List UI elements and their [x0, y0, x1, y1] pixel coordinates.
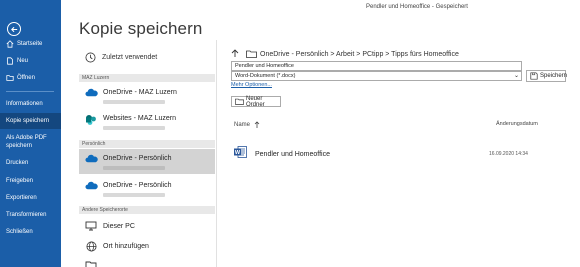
location-group-header: Andere Speicherorte: [79, 206, 215, 214]
save-button[interactable]: Speichern: [526, 70, 568, 82]
sidebar-item-label: Als Adobe PDF: [6, 135, 47, 141]
chevron-down-icon: ⌄: [513, 73, 519, 79]
save-icon: [530, 72, 538, 80]
location-name: Websites - MAZ Luzern: [103, 115, 177, 122]
location-onedrive-personal[interactable]: OneDrive - Persönlich: [79, 181, 215, 203]
window-title: Pendler und Homeoffice - Gespeichert: [366, 4, 468, 10]
location-account-redacted: [103, 166, 165, 170]
file-name: Pendler und Homeoffice: [255, 150, 330, 158]
sidebar-item-neu[interactable]: Neu: [0, 53, 61, 69]
location-websites-maz[interactable]: Websites - MAZ Luzern: [79, 114, 215, 136]
backstage-sidebar: Startseite Neu Öffnen Informationen Kopi…: [0, 0, 61, 267]
sidebar-item-transformieren[interactable]: Transformieren: [0, 207, 61, 223]
location-account-redacted: [103, 193, 165, 197]
svg-text:W: W: [235, 150, 241, 156]
location-name: Dieser PC: [103, 222, 135, 230]
column-header-name[interactable]: Name: [234, 121, 260, 129]
sidebar-item-kopie-speichern[interactable]: Kopie speichern: [0, 113, 61, 129]
folder-icon: [84, 260, 98, 267]
globe-icon: [84, 241, 98, 252]
recent-locations-item[interactable]: Zuletzt verwendet: [85, 52, 157, 63]
location-add-place[interactable]: Ort hinzufügen: [79, 239, 215, 253]
location-name: OneDrive - Persönlich: [103, 182, 172, 189]
save-label: Speichern: [540, 73, 568, 79]
filetype-value: Word-Dokument (*.docx): [235, 73, 296, 79]
location-name: OneDrive - Persönlich: [103, 155, 172, 162]
cloud-icon: [84, 181, 98, 190]
sidebar-item-schliessen[interactable]: Schließen: [0, 224, 61, 240]
location-name: Ort hinzufügen: [103, 242, 149, 250]
computer-icon: [84, 221, 98, 231]
cloud-icon: [84, 154, 98, 163]
breadcrumb-path[interactable]: OneDrive - Persönlich > Arbeit > PCtipp …: [260, 51, 459, 58]
sidebar-item-label: Schließen: [6, 229, 33, 235]
column-label: Name: [234, 122, 251, 128]
filename-input[interactable]: Pendler und Homeoffice: [231, 61, 522, 71]
location-group-header: Persönlich: [79, 140, 215, 148]
filetype-dropdown[interactable]: Word-Dokument (*.docx) ⌄: [231, 71, 522, 81]
new-folder-button[interactable]: Neuer Ordner: [231, 95, 281, 108]
sidebar-item-informationen[interactable]: Informationen: [0, 96, 61, 112]
back-arrow-icon[interactable]: [7, 22, 21, 36]
location-account-redacted: [103, 126, 165, 130]
sidebar-item-adobe-pdf[interactable]: Als Adobe PDF speichern: [6, 134, 58, 150]
folder-icon: [246, 50, 257, 60]
sidebar-item-exportieren[interactable]: Exportieren: [0, 190, 61, 206]
open-folder-icon: [6, 74, 14, 82]
new-folder-icon: [235, 98, 244, 105]
location-browse-partial[interactable]: [79, 260, 215, 267]
sidebar-item-freigeben[interactable]: Freigeben: [0, 173, 61, 189]
sidebar-item-startseite[interactable]: Startseite: [0, 36, 61, 52]
sidebar-item-label: Exportieren: [6, 195, 37, 201]
sidebar-item-label: Kopie speichern: [6, 118, 50, 124]
breadcrumb: OneDrive - Persönlich > Arbeit > PCtipp …: [231, 49, 459, 60]
sidebar-divider: [6, 91, 54, 92]
sidebar-item-label: Startseite: [17, 41, 43, 47]
sidebar-item-label: Öffnen: [17, 75, 35, 81]
column-header-date[interactable]: Änderungsdatum: [496, 121, 538, 127]
sidebar-item-drucken[interactable]: Drucken: [0, 155, 61, 171]
cloud-icon: [84, 88, 98, 97]
sidebar-item-label: Drucken: [6, 160, 29, 166]
page-title: Kopie speichern: [79, 19, 203, 38]
location-account-redacted: [103, 100, 165, 104]
sidebar-item-label: Neu: [17, 58, 29, 64]
panel-divider: [216, 40, 217, 267]
sidebar-item-label: Transformieren: [6, 212, 47, 218]
home-icon: [6, 40, 14, 48]
location-onedrive-maz[interactable]: OneDrive - MAZ Luzern: [79, 88, 215, 110]
sidebar-item-oeffnen[interactable]: Öffnen: [0, 70, 61, 86]
sidebar-item-label: speichern: [6, 143, 33, 149]
new-document-icon: [6, 57, 14, 65]
new-folder-label: Neuer Ordner: [246, 95, 265, 108]
clock-icon: [85, 52, 96, 63]
word-document-icon: W: [234, 145, 248, 163]
location-name: OneDrive - MAZ Luzern: [103, 89, 177, 96]
location-group-header: MAZ Luzern: [79, 74, 215, 82]
recent-locations-label: Zuletzt verwendet: [102, 54, 158, 61]
more-options-link[interactable]: Mehr Optionen...: [231, 82, 272, 88]
file-row[interactable]: W Pendler und Homeoffice 16.09.2020 14:3…: [231, 146, 571, 162]
sidebar-item-label: Freigeben: [6, 178, 34, 184]
location-onedrive-personal-selected[interactable]: OneDrive - Persönlich: [79, 149, 215, 174]
location-this-pc[interactable]: Dieser PC: [79, 219, 215, 233]
sharepoint-icon: [84, 114, 98, 126]
sidebar-item-label: Informationen: [6, 101, 43, 107]
sort-up-arrow-icon: [254, 121, 260, 129]
up-arrow-icon[interactable]: [231, 49, 239, 60]
file-date: 16.09.2020 14:34: [489, 151, 528, 157]
